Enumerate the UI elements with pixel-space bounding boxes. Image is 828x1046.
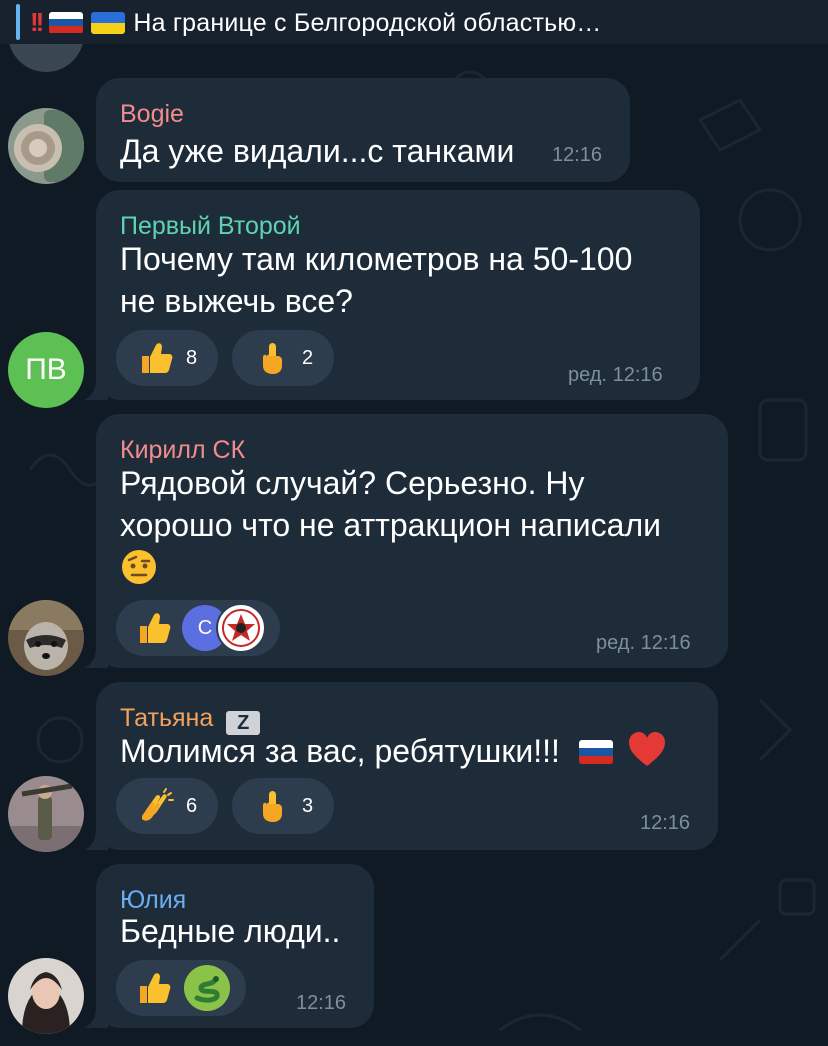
russia-flag-icon bbox=[49, 11, 84, 34]
message-text: Молимся за вас, ребятушки!!! bbox=[120, 730, 666, 772]
avatar-tatyana[interactable] bbox=[8, 776, 84, 852]
reaction-clapping[interactable]: 6 bbox=[116, 778, 218, 834]
message-text: Бедные люди.. bbox=[120, 913, 341, 949]
pinned-indicator bbox=[16, 4, 20, 40]
reaction-middle-finger[interactable]: 3 bbox=[232, 778, 334, 834]
message-time: 12:16 bbox=[296, 992, 347, 1014]
message-bubble[interactable]: Татьяна Z Молимся за вас, ребятушки!!! 6… bbox=[96, 682, 718, 850]
pinned-title: На границе с Белгородской областью… bbox=[133, 8, 602, 37]
message-bubble[interactable]: Bogie Да уже видали...с танками 12:16 bbox=[96, 78, 630, 182]
double-exclamation-icon: !! bbox=[30, 6, 44, 37]
message-bubble[interactable]: Кирилл СК Рядовой случай? Серьезно. Ну х… bbox=[96, 414, 728, 668]
reaction-count: 2 bbox=[302, 346, 314, 369]
pinned-message-bar[interactable]: !! На границе с Белгородской областью… bbox=[0, 0, 828, 44]
reaction-count: 6 bbox=[186, 794, 198, 817]
message-time: ред. 12:16 bbox=[568, 364, 663, 386]
message-time: 12:16 bbox=[640, 812, 691, 834]
ukraine-flag-icon bbox=[91, 11, 126, 34]
emblem-icon bbox=[216, 603, 266, 653]
thumbs-up-icon bbox=[140, 973, 171, 1003]
avatar-yuliya[interactable] bbox=[8, 958, 84, 1034]
raised-eyebrow-face-icon bbox=[122, 550, 156, 584]
avatar-kirill[interactable] bbox=[8, 600, 84, 676]
bubble-tail bbox=[84, 1006, 108, 1028]
thumbs-up-icon bbox=[140, 613, 171, 643]
message-text: Да уже видали...с танками bbox=[120, 133, 515, 169]
thumbs-up-icon bbox=[142, 343, 173, 373]
message-time: 12:16 bbox=[552, 144, 603, 166]
message-text: Рядовой случай? Серьезно. Ну bbox=[120, 465, 585, 501]
reaction-thumbs-up[interactable]: 8 bbox=[116, 330, 218, 386]
avatar-pervyi-vtoroi[interactable]: ПВ bbox=[8, 332, 84, 408]
avatar-bogie[interactable] bbox=[8, 108, 84, 184]
bubble-tail bbox=[84, 828, 108, 850]
middle-finger-icon bbox=[263, 791, 282, 822]
message-bubble[interactable]: Юлия Бедные люди.. 12:16 bbox=[96, 864, 374, 1028]
middle-finger-icon bbox=[263, 343, 282, 374]
reaction-thumbs-up-avatars[interactable] bbox=[116, 960, 246, 1016]
message-bubble[interactable]: Первый Второй Почему там километров на 5… bbox=[96, 190, 700, 400]
bubble-tail bbox=[84, 378, 108, 400]
message-text: не выжечь все? bbox=[120, 283, 353, 319]
reaction-count: 8 bbox=[186, 346, 198, 369]
message-text: Почему там километров на 50-100 bbox=[120, 241, 633, 277]
message-time: ред. 12:16 bbox=[596, 632, 691, 654]
avatar-initials: ПВ bbox=[25, 353, 67, 386]
clapping-hands-icon bbox=[142, 788, 174, 821]
red-heart-icon bbox=[628, 732, 665, 766]
message-author[interactable]: Bogie bbox=[120, 100, 184, 129]
bubble-tail bbox=[84, 646, 108, 668]
message-text: хорошо что не аттракцион написали bbox=[120, 507, 661, 543]
snake-icon bbox=[184, 965, 230, 1011]
message-author[interactable]: Кирилл СК bbox=[120, 436, 245, 465]
reaction-thumbs-up-avatars[interactable]: С bbox=[116, 600, 280, 656]
reaction-middle-finger[interactable]: 2 bbox=[232, 330, 334, 386]
message-author[interactable]: Первый Второй bbox=[120, 212, 301, 241]
reaction-count: 3 bbox=[302, 794, 314, 817]
russian-flag-icon bbox=[578, 740, 613, 764]
